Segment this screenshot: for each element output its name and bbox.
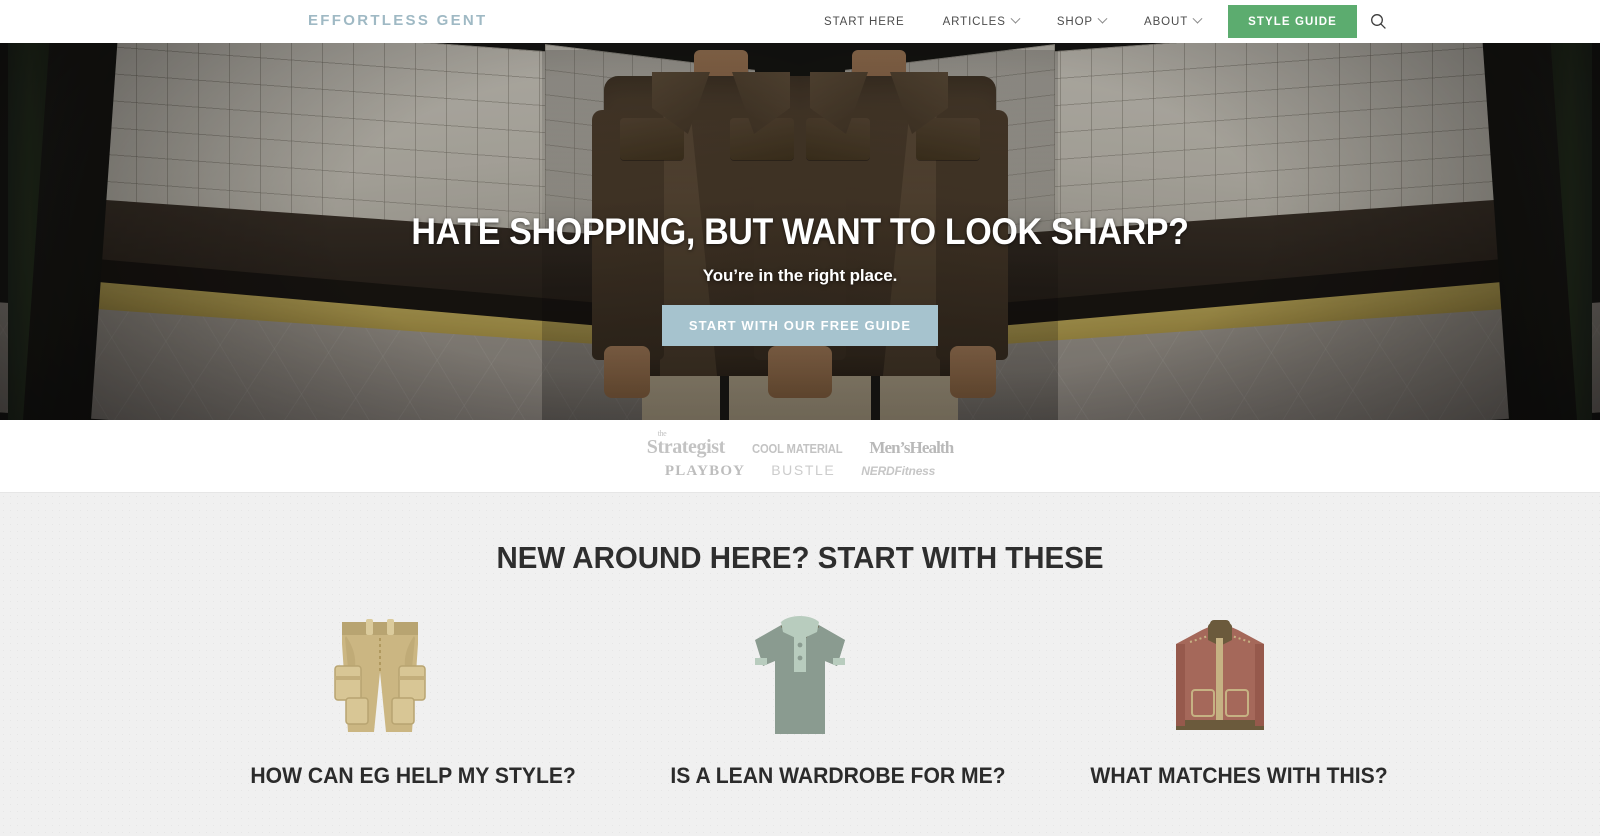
card-title: WHAT MATCHES WITH THIS? [1090,763,1388,788]
hero-section: HATE SHOPPING, BUT WANT TO LOOK SHARP? Y… [0,43,1600,420]
hero-cta-button[interactable]: START WITH OUR FREE GUIDE [661,305,939,346]
nav-item-about[interactable]: ABOUT [1125,0,1220,43]
cool-material-logo[interactable]: COOL MATERIAL [752,442,843,456]
press-mentions: the Strategist COOL MATERIAL Men’sHealth … [0,420,1600,492]
nerd-fitness-logo[interactable]: NERDFitness [861,464,935,478]
chevron-down-icon [1010,13,1021,24]
hero-subheadline: You’re in the right place. [702,266,898,285]
nav-item-shop[interactable]: SHOP [1038,0,1125,43]
search-icon [1371,14,1387,29]
hero-content: HATE SHOPPING, BUT WANT TO LOOK SHARP? Y… [0,211,1600,346]
nav-label: ABOUT [1144,15,1189,28]
cargo-shorts-icon [334,619,426,732]
card-artwork [665,611,935,739]
nav-item-start-here[interactable]: START HERE [805,0,924,43]
mens-health-logo[interactable]: Men’sHealth [869,438,954,458]
strategist-text: Strategist [646,436,726,458]
strategist-the-text: the [657,429,667,438]
start-card-style-help[interactable]: HOW CAN EG HELP MY STYLE? [245,611,576,789]
bomber-jacket-icon [1176,620,1264,730]
chevron-down-icon [1097,13,1108,24]
start-card-what-matches[interactable]: WHAT MATCHES WITH THIS? [1085,611,1388,789]
start-card-lean-wardrobe[interactable]: IS A LEAN WARDROBE FOR ME? [665,611,1006,789]
hero-headline: HATE SHOPPING, BUT WANT TO LOOK SHARP? [411,211,1189,252]
style-guide-button[interactable]: STYLE GUIDE [1228,5,1357,38]
site-header: EFFORTLESS GENT START HERE ARTICLES SHOP… [0,0,1600,43]
card-artwork [1085,611,1355,739]
new-here-section: NEW AROUND HERE? START WITH THESE HOW CA… [0,492,1600,836]
section-title: NEW AROUND HERE? START WITH THESE [496,540,1104,575]
the-strategist-logo[interactable]: the Strategist [646,429,726,459]
chevron-down-icon [1192,13,1203,24]
start-cards: HOW CAN EG HELP MY STYLE? IS A LEAN WARD… [0,611,1600,789]
press-row-1: the Strategist COOL MATERIAL Men’sHealth [646,429,954,459]
nav-label: START HERE [824,15,905,28]
nav-label: SHOP [1056,15,1094,28]
card-artwork [245,611,515,739]
site-logo[interactable]: EFFORTLESS GENT [308,12,488,29]
playboy-logo[interactable]: PLAYBOY [665,463,745,480]
card-title: HOW CAN EG HELP MY STYLE? [250,763,576,788]
search-button[interactable] [1357,0,1401,43]
press-row-2: PLAYBOY BUSTLE NERDFitness [665,462,935,480]
polo-shirt-icon [755,616,845,734]
nav-label: ARTICLES [942,15,1006,28]
bustle-logo[interactable]: BUSTLE [771,462,835,478]
main-navigation: START HERE ARTICLES SHOP ABOUT STYLE GUI… [805,0,1401,43]
nav-item-articles[interactable]: ARTICLES [924,0,1038,43]
card-title: IS A LEAN WARDROBE FOR ME? [670,763,1006,788]
